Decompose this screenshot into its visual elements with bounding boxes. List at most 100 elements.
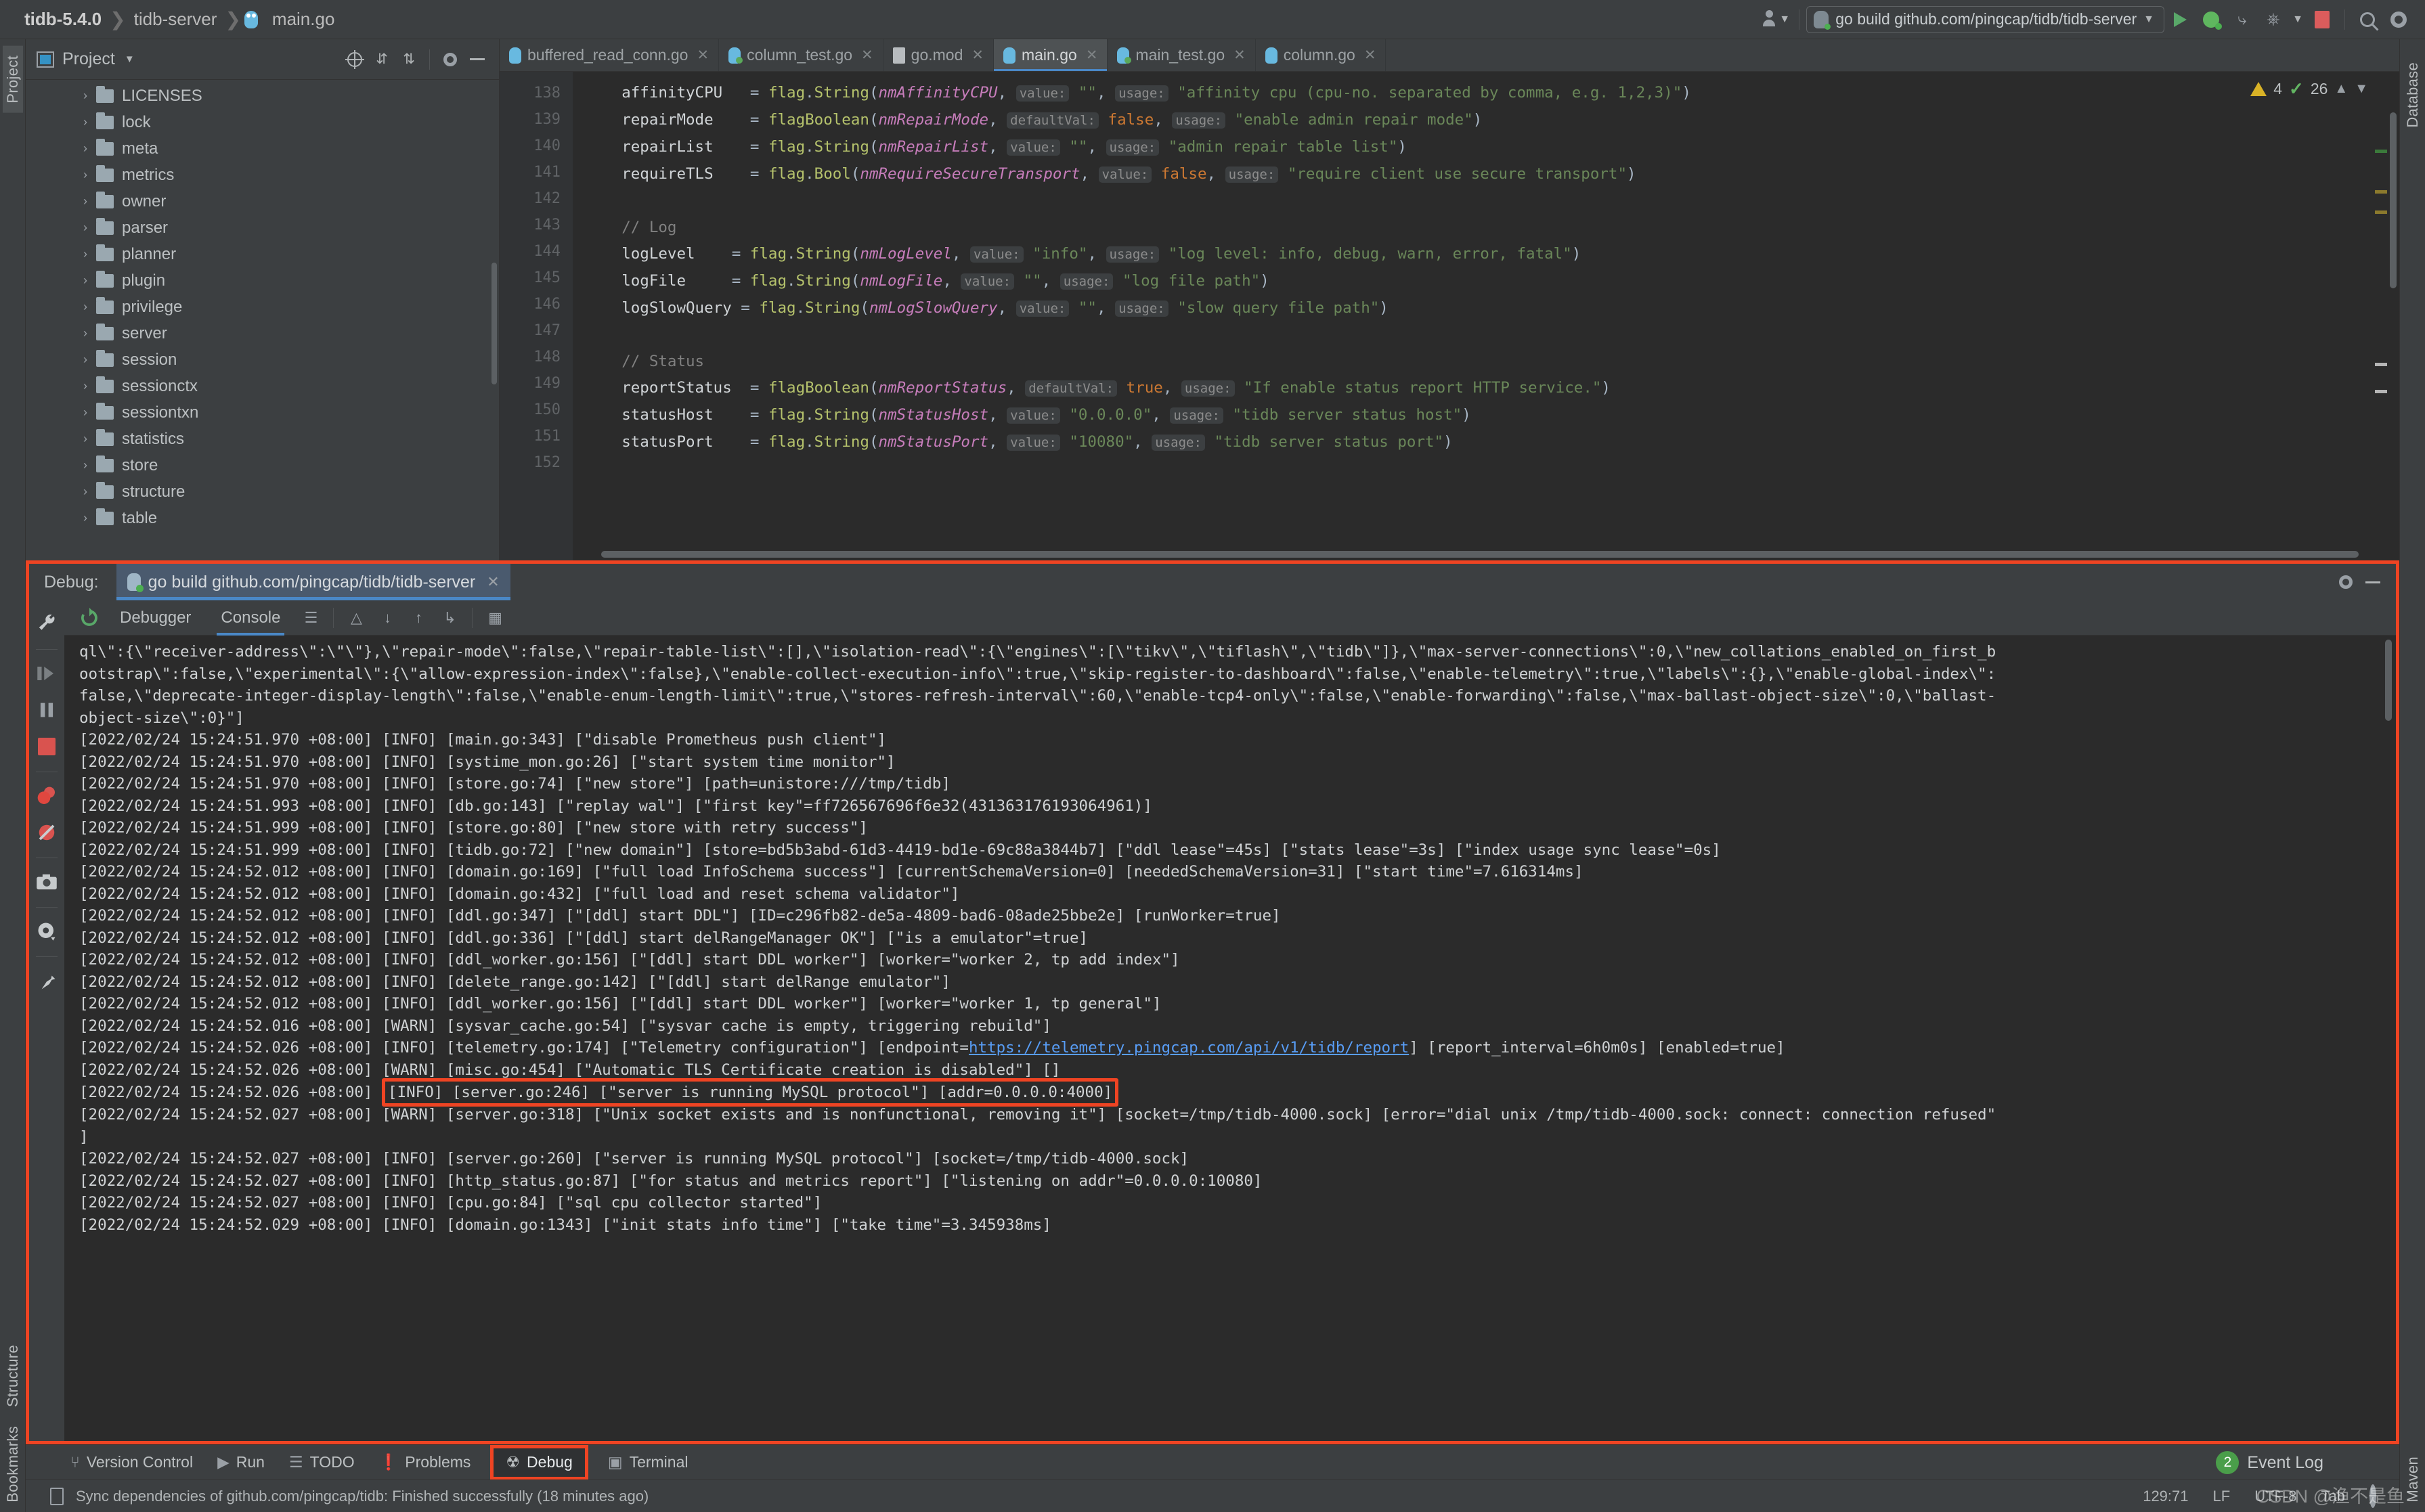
tab-console[interactable]: Console	[206, 600, 295, 636]
view-breakpoints-icon[interactable]	[31, 780, 62, 811]
chevron-right-icon[interactable]: ›	[79, 89, 92, 103]
chevron-down-icon[interactable]: ▼	[2289, 4, 2307, 35]
chevron-right-icon[interactable]: ›	[79, 247, 92, 261]
tree-node[interactable]: › store	[26, 452, 499, 479]
chevron-right-icon[interactable]: ›	[79, 273, 92, 288]
tool-window-button-todo[interactable]: ☰ TODO	[277, 1448, 367, 1477]
close-icon[interactable]: ✕	[1086, 47, 1098, 64]
close-icon[interactable]: ✕	[971, 47, 984, 64]
tree-node[interactable]: › plugin	[26, 267, 499, 294]
previous-problem-icon[interactable]: ▲	[2334, 81, 2348, 97]
chevron-right-icon[interactable]: ›	[79, 405, 92, 420]
console-scrollbar[interactable]	[2385, 640, 2392, 721]
caret-position[interactable]: 129:71	[2131, 1488, 2200, 1505]
close-icon[interactable]: ✕	[697, 47, 709, 64]
run-button[interactable]	[2164, 4, 2195, 35]
mute-breakpoints-icon[interactable]	[31, 817, 62, 848]
pin-icon[interactable]	[31, 965, 62, 996]
debug-button[interactable]	[2195, 4, 2227, 35]
chevron-right-icon[interactable]: ›	[79, 300, 92, 314]
profiler-button[interactable]: ⎈	[2258, 4, 2289, 35]
tree-node[interactable]: › LICENSES	[26, 83, 499, 109]
soft-wrap-lines-icon[interactable]: ↳	[434, 602, 465, 633]
chevron-right-icon[interactable]: ›	[79, 221, 92, 235]
tree-node[interactable]: › metrics	[26, 162, 499, 188]
breadcrumb-folder[interactable]: tidb-server	[127, 9, 224, 30]
inspection-widget[interactable]: 4 ✓ 26 ▲ ▼	[2250, 79, 2368, 99]
chevron-right-icon[interactable]: ›	[79, 168, 92, 182]
tab-debugger[interactable]: Debugger	[105, 600, 206, 636]
run-configuration-selector[interactable]: go build github.com/pingcap/tidb/tidb-se…	[1806, 5, 2164, 33]
search-icon[interactable]	[2352, 4, 2383, 35]
file-encoding[interactable]: UTF-8	[2242, 1488, 2309, 1505]
tool-window-button-debug[interactable]: ☢ Debug	[490, 1444, 588, 1480]
pause-icon[interactable]	[31, 694, 62, 726]
tree-node[interactable]: › sessiontxn	[26, 399, 499, 426]
stop-button[interactable]	[2307, 4, 2338, 35]
run-with-coverage-button[interactable]: ⤷	[2227, 4, 2258, 35]
close-icon[interactable]: ✕	[1233, 47, 1246, 64]
settings-icon[interactable]	[2383, 4, 2414, 35]
tree-node[interactable]: › planner	[26, 241, 499, 267]
collapse-all-icon[interactable]: ⇅	[395, 46, 422, 73]
chevron-right-icon[interactable]: ›	[79, 353, 92, 367]
debug-console[interactable]: ql\":{\"receiver-address\":\"\"},\"repai…	[64, 636, 2396, 1441]
gear-icon[interactable]	[437, 46, 464, 73]
expand-all-icon[interactable]: ⇵	[368, 46, 395, 73]
tool-window-button-terminal[interactable]: ▣ Terminal	[596, 1448, 701, 1477]
gear-icon[interactable]	[2357, 1484, 2388, 1508]
tree-node[interactable]: › owner	[26, 188, 499, 215]
tree-node[interactable]: › lock	[26, 109, 499, 135]
debug-session-tab[interactable]: go build github.com/pingcap/tidb/tidb-se…	[116, 564, 510, 600]
gear-icon[interactable]	[2332, 569, 2359, 596]
tree-node[interactable]: › sessionctx	[26, 373, 499, 399]
indent-setting[interactable]: Tab	[2309, 1488, 2357, 1505]
chevron-right-icon[interactable]: ›	[79, 141, 92, 156]
editor-tab[interactable]: column.go ✕	[1256, 39, 1386, 71]
scroll-to-end-icon[interactable]: ↓	[372, 602, 403, 633]
line-separator[interactable]: LF	[2201, 1488, 2243, 1505]
camera-icon[interactable]	[31, 866, 62, 897]
user-icon[interactable]: ▼	[1761, 4, 1792, 35]
telemetry-endpoint-link[interactable]: https://telemetry.pingcap.com/api/v1/tid…	[969, 1039, 1409, 1057]
tree-node[interactable]: › structure	[26, 479, 499, 505]
project-tree[interactable]: › LICENSES › lock › meta › metrics › owner › parser…	[26, 80, 499, 560]
soft-wrap-icon[interactable]: ☰	[295, 602, 326, 633]
tree-node[interactable]: › parser	[26, 215, 499, 241]
stop-icon[interactable]	[31, 731, 62, 762]
tool-window-button-version-control[interactable]: ⑂ Version Control	[58, 1448, 205, 1477]
close-icon[interactable]: ✕	[487, 573, 499, 591]
editor-tab[interactable]: column_test.go ✕	[719, 39, 883, 71]
chevron-right-icon[interactable]: ›	[79, 511, 92, 525]
editor-tab[interactable]: buffered_read_conn.go ✕	[500, 39, 720, 71]
wrench-icon[interactable]	[31, 608, 62, 640]
chevron-right-icon[interactable]: ›	[79, 379, 92, 393]
tool-window-button-run[interactable]: ▶ Run	[205, 1448, 277, 1477]
scroll-up-icon[interactable]: △	[341, 602, 372, 633]
event-log-button[interactable]: 2 Event Log	[2216, 1451, 2323, 1474]
next-problem-icon[interactable]: ▼	[2355, 81, 2368, 97]
close-icon[interactable]: ✕	[1364, 47, 1376, 64]
tool-window-button-problems[interactable]: ❗ Problems	[367, 1448, 483, 1477]
editor-tab[interactable]: main.go ✕	[993, 39, 1108, 71]
sidebar-item-database[interactable]: Database	[2403, 53, 2423, 137]
sidebar-item-structure[interactable]: Structure	[3, 1335, 23, 1417]
tree-node[interactable]: › statistics	[26, 426, 499, 452]
editor-vertical-scrollbar[interactable]	[2390, 112, 2397, 288]
tree-node[interactable]: › privilege	[26, 294, 499, 320]
rerun-icon[interactable]	[74, 602, 105, 633]
chevron-right-icon[interactable]: ›	[79, 458, 92, 472]
hide-panel-icon[interactable]	[464, 46, 491, 73]
scroll-to-top-icon[interactable]: ↑	[403, 602, 434, 633]
chevron-right-icon[interactable]: ›	[79, 115, 92, 129]
chevron-right-icon[interactable]: ›	[79, 326, 92, 340]
hide-panel-icon[interactable]	[2359, 569, 2386, 596]
project-tree-scrollbar[interactable]	[491, 263, 497, 384]
editor-tab[interactable]: main_test.go ✕	[1108, 39, 1256, 71]
chevron-down-icon[interactable]: ▼	[125, 53, 135, 65]
settings-icon[interactable]	[31, 916, 62, 947]
editor-tab[interactable]: go.mod ✕	[883, 39, 994, 71]
select-opened-file-icon[interactable]	[341, 46, 368, 73]
chevron-right-icon[interactable]: ›	[79, 194, 92, 208]
tree-node[interactable]: › meta	[26, 135, 499, 162]
